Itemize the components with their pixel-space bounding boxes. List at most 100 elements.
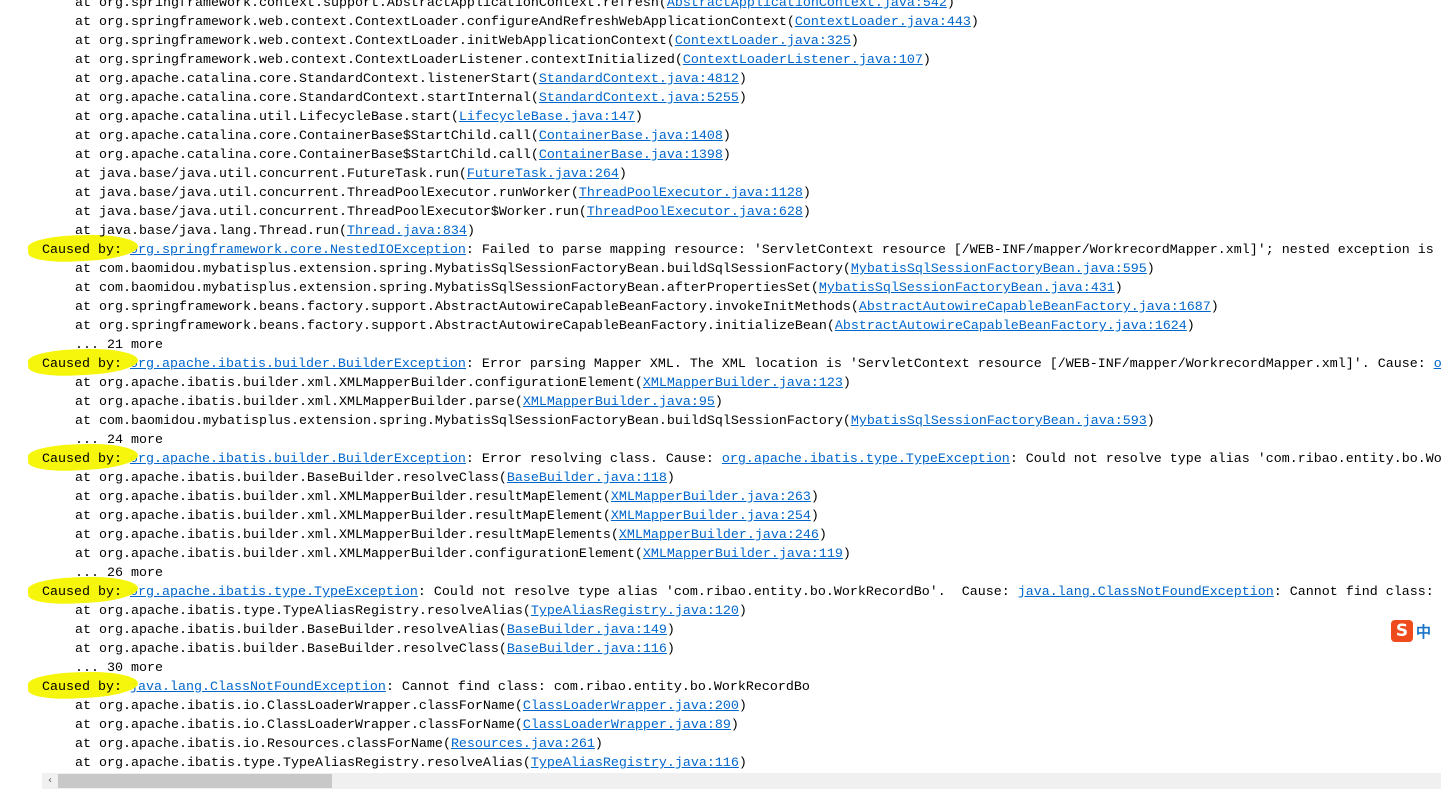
punctuation: ) bbox=[818, 528, 827, 543]
frame-method: org.apache.ibatis.builder.xml.XMLMapperB… bbox=[99, 490, 603, 505]
source-link[interactable]: XMLMapperBuilder.java:123 bbox=[643, 376, 843, 391]
exception-link[interactable]: java.lang.ClassNotFoundException bbox=[1018, 585, 1274, 600]
frame-method: org.apache.catalina.core.ContainerBase$S… bbox=[99, 148, 531, 163]
source-link[interactable]: StandardContext.java:5255 bbox=[539, 91, 739, 106]
punctuation: ) bbox=[666, 471, 675, 486]
source-link[interactable]: XMLMapperBuilder.java:263 bbox=[611, 490, 811, 505]
source-link[interactable]: AbstractAutowireCapableBeanFactory.java:… bbox=[835, 319, 1187, 334]
scrollbar-thumb[interactable] bbox=[58, 774, 332, 788]
punctuation: ( bbox=[338, 224, 347, 239]
stack-frame-line: at java.base/java.util.concurrent.Thread… bbox=[0, 184, 1441, 203]
stack-frame-line: at org.apache.ibatis.builder.BaseBuilder… bbox=[0, 469, 1441, 488]
frame-method: org.apache.ibatis.io.ClassLoaderWrapper.… bbox=[99, 699, 515, 714]
at-prefix: at bbox=[75, 148, 99, 163]
source-link[interactable]: BaseBuilder.java:149 bbox=[507, 623, 667, 638]
exception-message: : Could not resolve type alias 'com.riba… bbox=[1009, 452, 1441, 467]
source-link[interactable]: MybatisSqlSessionFactoryBean.java:595 bbox=[851, 262, 1147, 277]
source-link[interactable]: ClassLoaderWrapper.java:89 bbox=[523, 718, 731, 733]
source-link[interactable]: ContextLoader.java:325 bbox=[675, 34, 851, 49]
punctuation: ) bbox=[810, 509, 819, 524]
punctuation: ) bbox=[722, 129, 731, 144]
ime-mode-chinese[interactable]: 中 bbox=[1416, 621, 1431, 642]
at-prefix: at bbox=[75, 623, 99, 638]
source-link[interactable]: ContextLoader.java:443 bbox=[795, 15, 971, 30]
source-link[interactable]: FutureTask.java:264 bbox=[467, 167, 619, 182]
more-frames-line: ... 30 more bbox=[0, 659, 1441, 678]
at-prefix: at bbox=[75, 34, 99, 49]
at-prefix: at bbox=[75, 718, 99, 733]
source-link[interactable]: AbstractApplicationContext.java:542 bbox=[667, 0, 947, 11]
punctuation: ) bbox=[634, 110, 643, 125]
exception-link[interactable]: o bbox=[1434, 357, 1441, 372]
punctuation: ( bbox=[498, 642, 507, 657]
frame-method: java.base/java.util.concurrent.ThreadPoo… bbox=[99, 205, 579, 220]
scroll-left-arrow-icon[interactable]: ‹ bbox=[42, 773, 58, 789]
stack-frame-line: at org.apache.ibatis.io.ClassLoaderWrapp… bbox=[0, 697, 1441, 716]
source-link[interactable]: ThreadPoolExecutor.java:1128 bbox=[579, 186, 803, 201]
source-link[interactable]: MybatisSqlSessionFactoryBean.java:593 bbox=[851, 414, 1147, 429]
stack-frame-line: at org.apache.catalina.core.ContainerBas… bbox=[0, 146, 1441, 165]
source-link[interactable]: Resources.java:261 bbox=[451, 737, 595, 752]
punctuation: ) bbox=[1146, 414, 1155, 429]
punctuation: ( bbox=[514, 718, 523, 733]
stack-frame-line: at org.springframework.beans.factory.sup… bbox=[0, 298, 1441, 317]
frame-method: org.apache.ibatis.builder.xml.XMLMapperB… bbox=[99, 395, 515, 410]
source-link[interactable]: Thread.java:834 bbox=[347, 224, 467, 239]
exception-link[interactable]: org.apache.ibatis.builder.BuilderExcepti… bbox=[130, 452, 466, 467]
caused-by-line: Caused by: org.springframework.core.Nest… bbox=[0, 232, 1441, 264]
exception-message: : Error parsing Mapper XML. The XML loca… bbox=[465, 357, 1434, 372]
punctuation: ( bbox=[498, 623, 507, 638]
source-link[interactable]: XMLMapperBuilder.java:119 bbox=[643, 547, 843, 562]
source-link[interactable]: MybatisSqlSessionFactoryBean.java:431 bbox=[819, 281, 1115, 296]
at-prefix: at bbox=[75, 509, 99, 524]
source-link[interactable]: ContextLoaderListener.java:107 bbox=[683, 53, 923, 68]
source-link[interactable]: AbstractAutowireCapableBeanFactory.java:… bbox=[859, 300, 1211, 315]
exception-link[interactable]: org.apache.ibatis.builder.BuilderExcepti… bbox=[130, 357, 466, 372]
frame-method: org.apache.ibatis.builder.BaseBuilder.re… bbox=[99, 623, 499, 638]
more-frames-text: ... 21 more bbox=[75, 338, 163, 353]
source-link[interactable]: StandardContext.java:4812 bbox=[539, 72, 739, 87]
stack-frame-line: at java.base/java.util.concurrent.Thread… bbox=[0, 203, 1441, 222]
stack-frame-line: at org.apache.ibatis.io.Resources.classF… bbox=[0, 735, 1441, 754]
source-link[interactable]: BaseBuilder.java:118 bbox=[507, 471, 667, 486]
source-link[interactable]: XMLMapperBuilder.java:95 bbox=[523, 395, 715, 410]
exception-link[interactable]: org.apache.ibatis.type.TypeException bbox=[130, 585, 418, 600]
source-link[interactable]: XMLMapperBuilder.java:254 bbox=[611, 509, 811, 524]
source-link[interactable]: ContainerBase.java:1398 bbox=[539, 148, 723, 163]
source-link[interactable]: BaseBuilder.java:116 bbox=[507, 642, 667, 657]
exception-link[interactable]: org.springframework.core.NestedIOExcepti… bbox=[130, 243, 466, 258]
at-prefix: at bbox=[75, 15, 99, 30]
source-link[interactable]: ClassLoaderWrapper.java:200 bbox=[523, 699, 739, 714]
stack-frame-line: at org.apache.ibatis.builder.xml.XMLMapp… bbox=[0, 374, 1441, 393]
frame-method: org.apache.ibatis.builder.xml.XMLMapperB… bbox=[99, 376, 635, 391]
more-frames-text: ... 26 more bbox=[75, 566, 163, 581]
punctuation: ) bbox=[722, 148, 731, 163]
punctuation: ) bbox=[1210, 300, 1219, 315]
more-frames-text: ... 24 more bbox=[75, 433, 163, 448]
punctuation: ( bbox=[450, 110, 459, 125]
sogou-ime-icon[interactable]: S bbox=[1391, 620, 1413, 642]
punctuation: ) bbox=[842, 376, 851, 391]
at-prefix: at bbox=[75, 319, 99, 334]
ime-status-widget[interactable]: S 中 bbox=[1391, 618, 1441, 644]
source-link[interactable]: ThreadPoolExecutor.java:628 bbox=[587, 205, 803, 220]
stack-frame-line: at org.apache.ibatis.builder.xml.XMLMapp… bbox=[0, 507, 1441, 526]
source-link[interactable]: ContainerBase.java:1408 bbox=[539, 129, 723, 144]
frame-method: java.base/java.util.concurrent.FutureTas… bbox=[99, 167, 459, 182]
stack-frame-line: at org.springframework.context.support.A… bbox=[0, 0, 1441, 13]
punctuation: ( bbox=[570, 186, 579, 201]
punctuation: ) bbox=[810, 490, 819, 505]
source-link[interactable]: LifecycleBase.java:147 bbox=[459, 110, 635, 125]
exception-link[interactable]: org.apache.ibatis.type.TypeException bbox=[722, 452, 1010, 467]
punctuation: ) bbox=[802, 205, 811, 220]
source-link[interactable]: XMLMapperBuilder.java:246 bbox=[619, 528, 819, 543]
at-prefix: at bbox=[75, 699, 99, 714]
at-prefix: at bbox=[75, 72, 99, 87]
horizontal-scrollbar[interactable]: ‹ bbox=[42, 773, 1441, 789]
caused-by-line: Caused by: org.apache.ibatis.type.TypeEx… bbox=[0, 574, 1441, 606]
exception-link[interactable]: java.lang.ClassNotFoundException bbox=[130, 680, 386, 695]
source-link[interactable]: TypeAliasRegistry.java:116 bbox=[531, 756, 739, 771]
source-link[interactable]: TypeAliasRegistry.java:120 bbox=[531, 604, 739, 619]
punctuation: ) bbox=[618, 167, 627, 182]
punctuation: ) bbox=[730, 718, 739, 733]
